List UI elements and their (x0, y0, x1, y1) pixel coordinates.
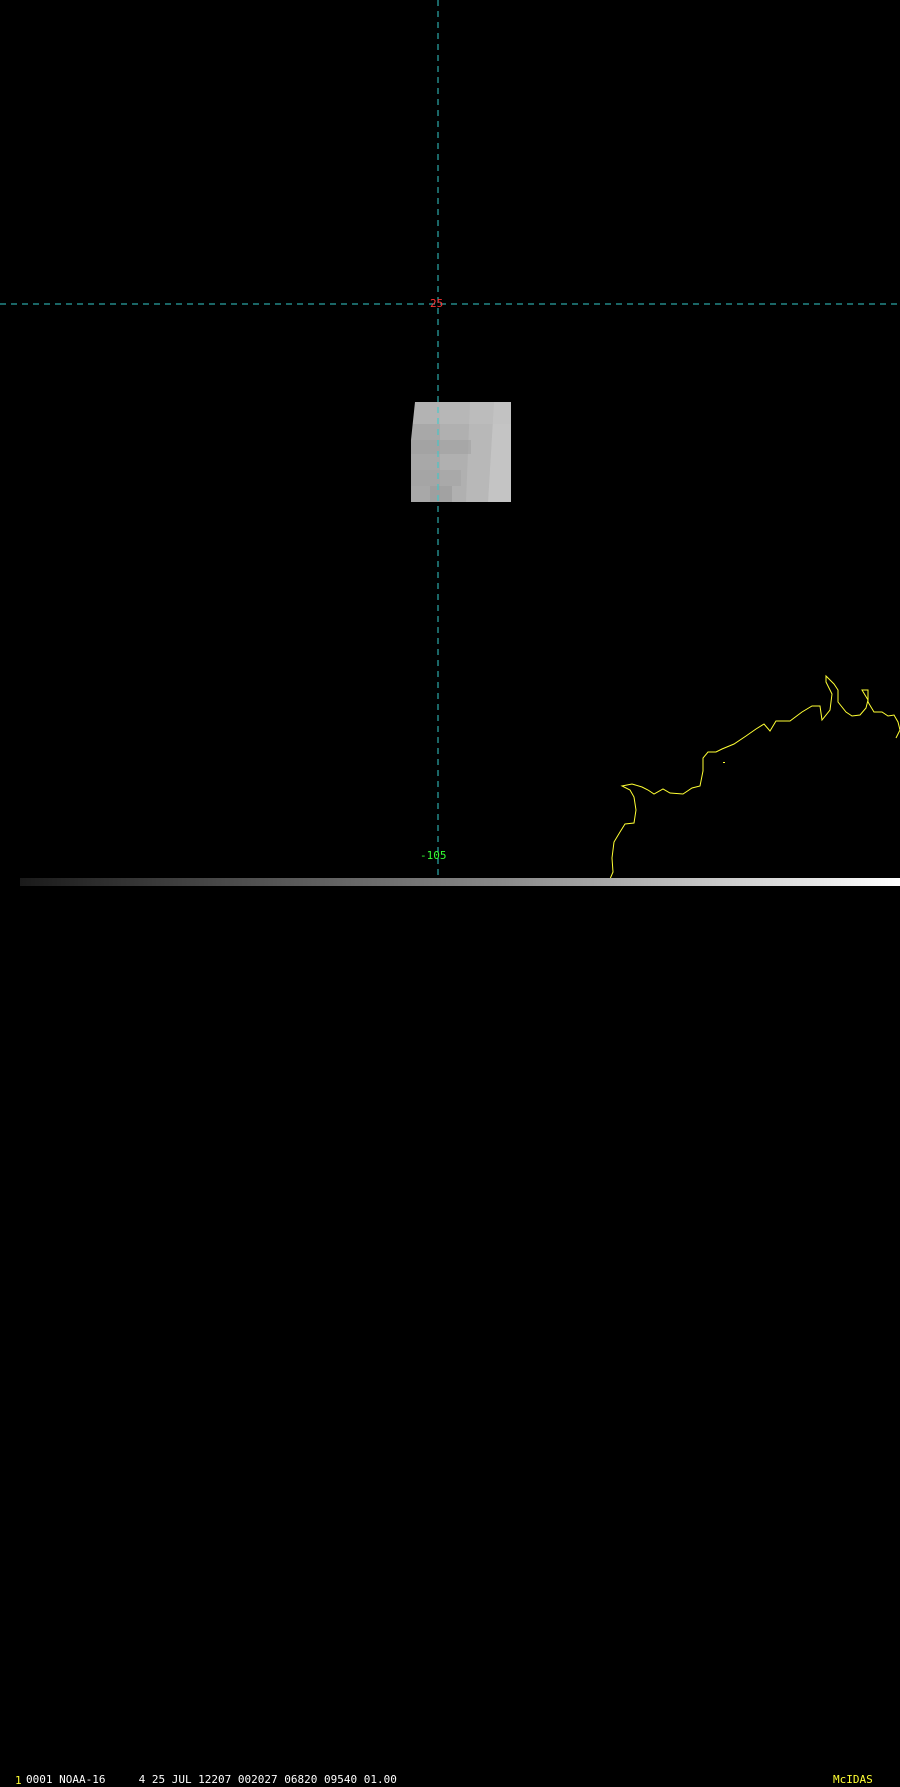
brand-label: McIDAS (833, 1773, 873, 1786)
image-info-text: 0001 NOAA-16 4 25 JUL 12207 002027 06820… (26, 1773, 397, 1786)
status-bar: 1 0001 NOAA-16 4 25 JUL 12207 002027 068… (0, 886, 900, 1787)
map-canvas (0, 0, 900, 887)
latitude-label: 25 (430, 297, 444, 310)
satellite-image-patch (411, 402, 511, 502)
satellite-image-viewport[interactable]: 25 -105 1 0001 NOAA-16 4 25 JUL 12207 00… (0, 0, 900, 1787)
longitude-label: -105 (420, 849, 447, 862)
frame-number: 1 (15, 1774, 22, 1787)
coastline (585, 674, 900, 887)
